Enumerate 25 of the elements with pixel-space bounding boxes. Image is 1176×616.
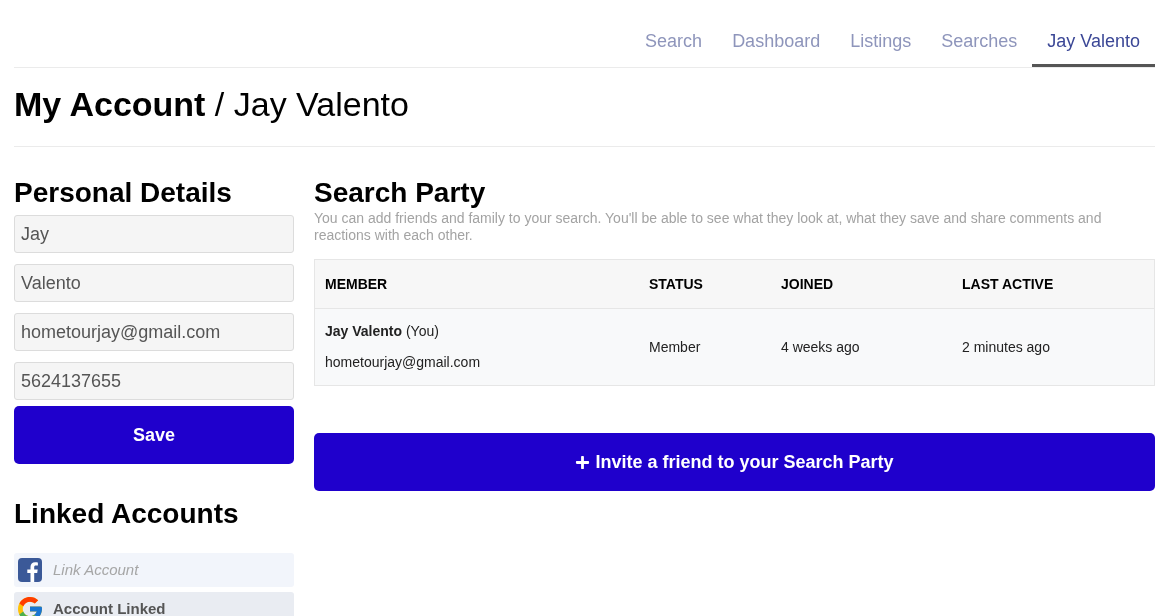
input-field[interactable]: hometourjay@gmail.com bbox=[14, 313, 294, 351]
section-heading: Linked Accounts bbox=[14, 497, 239, 531]
nav-tab[interactable]: Jay Valento bbox=[1032, 19, 1155, 67]
section-heading: Personal Details bbox=[14, 176, 232, 210]
column-header: MEMBER bbox=[325, 276, 388, 292]
google-logo-icon bbox=[18, 597, 42, 616]
column-header: STATUS bbox=[649, 276, 703, 292]
input-field[interactable]: Valento bbox=[14, 264, 294, 302]
table-cell: 4 weeks ago bbox=[781, 338, 860, 355]
column-header: JOINED bbox=[781, 276, 834, 292]
member-email: hometourjay@gmail.com bbox=[325, 353, 481, 372]
table-cell: Member bbox=[649, 338, 701, 355]
input-field[interactable]: Jay bbox=[14, 215, 294, 253]
linked-account-item[interactable]: Account Linked bbox=[14, 592, 294, 616]
section-heading: Search Party bbox=[314, 176, 486, 210]
plus-icon bbox=[575, 454, 591, 470]
member-name: Jay Valento (You) bbox=[325, 322, 439, 341]
save-button[interactable]: Save bbox=[14, 406, 294, 464]
invite-button[interactable]: Invite a friend to your Search Party bbox=[314, 433, 1155, 491]
page-title: My Account / Jay Valento bbox=[14, 84, 409, 124]
column-header: LAST ACTIVE bbox=[962, 276, 1054, 292]
table-cell: 2 minutes ago bbox=[962, 338, 1050, 355]
facebook-logo-icon bbox=[18, 558, 42, 582]
section-description: You can add friends and family to your search. You'll be able to see what they look at, what they save and share comments and reactions with each other. bbox=[314, 210, 1103, 244]
input-field[interactable]: 5624137655 bbox=[14, 362, 294, 400]
